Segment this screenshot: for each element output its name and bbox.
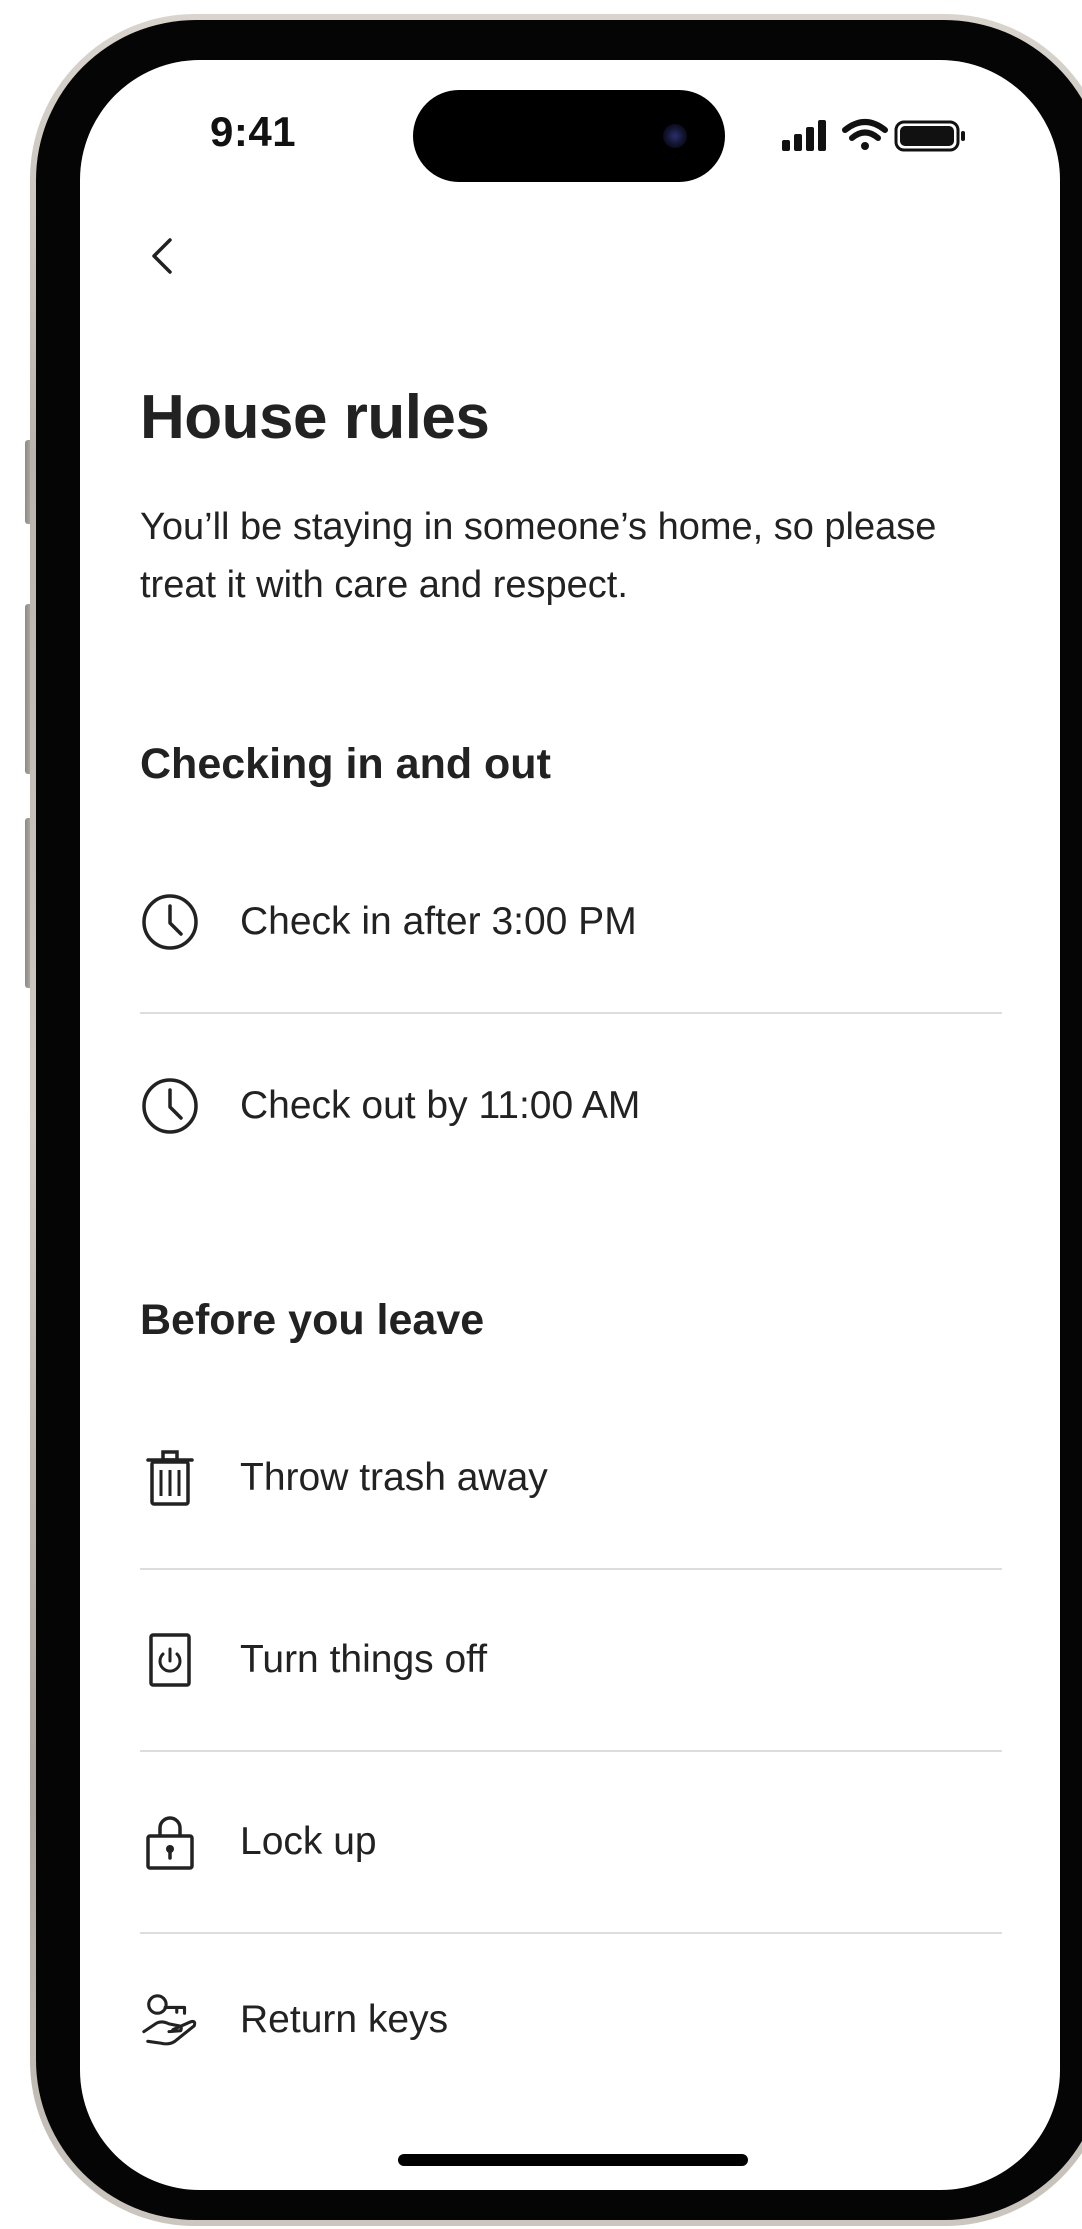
rule-label: Turn things off: [240, 1638, 488, 1681]
device-stage: 9:41 House rules You’ll be staying in so…: [0, 0, 1082, 2229]
rule-label: Return keys: [240, 1998, 449, 2041]
battery-icon: [894, 120, 965, 152]
dynamic-island: [413, 90, 725, 182]
rule-lock-up: Lock up: [140, 1782, 1002, 1902]
trash-icon: [140, 1448, 200, 1508]
app-screen: 9:41 House rules You’ll be staying in so…: [80, 60, 1060, 2190]
power-switch-icon: [140, 1630, 200, 1690]
rule-check-in: Check in after 3:00 PM: [140, 862, 1002, 982]
rule-trash: Throw trash away: [140, 1418, 1002, 1538]
page-subtitle: You’ll be staying in someone’s home, so …: [140, 506, 937, 606]
status-time: 9:41: [210, 108, 297, 155]
wifi-icon: [842, 119, 888, 150]
clock-icon: [140, 892, 200, 952]
rule-return-keys: Return keys: [140, 1960, 1002, 2080]
rule-label: Throw trash away: [240, 1456, 548, 1499]
cellular-signal-icon: [782, 120, 826, 151]
rule-check-out: Check out by 11:00 AM: [140, 1046, 1002, 1166]
back-button[interactable]: [138, 226, 188, 286]
divider: [140, 1750, 1002, 1752]
chevron-left-icon: [152, 238, 172, 274]
divider: [140, 1012, 1002, 1014]
section-heading-before-leave: Before you leave: [140, 1296, 485, 1344]
page-title: House rules: [140, 383, 490, 452]
front-camera-icon: [663, 124, 687, 148]
rule-label: Check out by 11:00 AM: [240, 1084, 641, 1127]
section-heading-checking: Checking in and out: [140, 740, 551, 788]
rule-label: Check in after 3:00 PM: [240, 900, 637, 943]
divider: [140, 1932, 1002, 1934]
lock-icon: [140, 1812, 200, 1872]
rule-turn-off: Turn things off: [140, 1600, 1002, 1720]
divider: [140, 1568, 1002, 1570]
status-icons: [780, 116, 980, 156]
rule-label: Lock up: [240, 1820, 377, 1863]
home-indicator[interactable]: [398, 2154, 748, 2166]
hand-keys-icon: [140, 1990, 200, 2050]
clock-icon: [140, 1076, 200, 1136]
